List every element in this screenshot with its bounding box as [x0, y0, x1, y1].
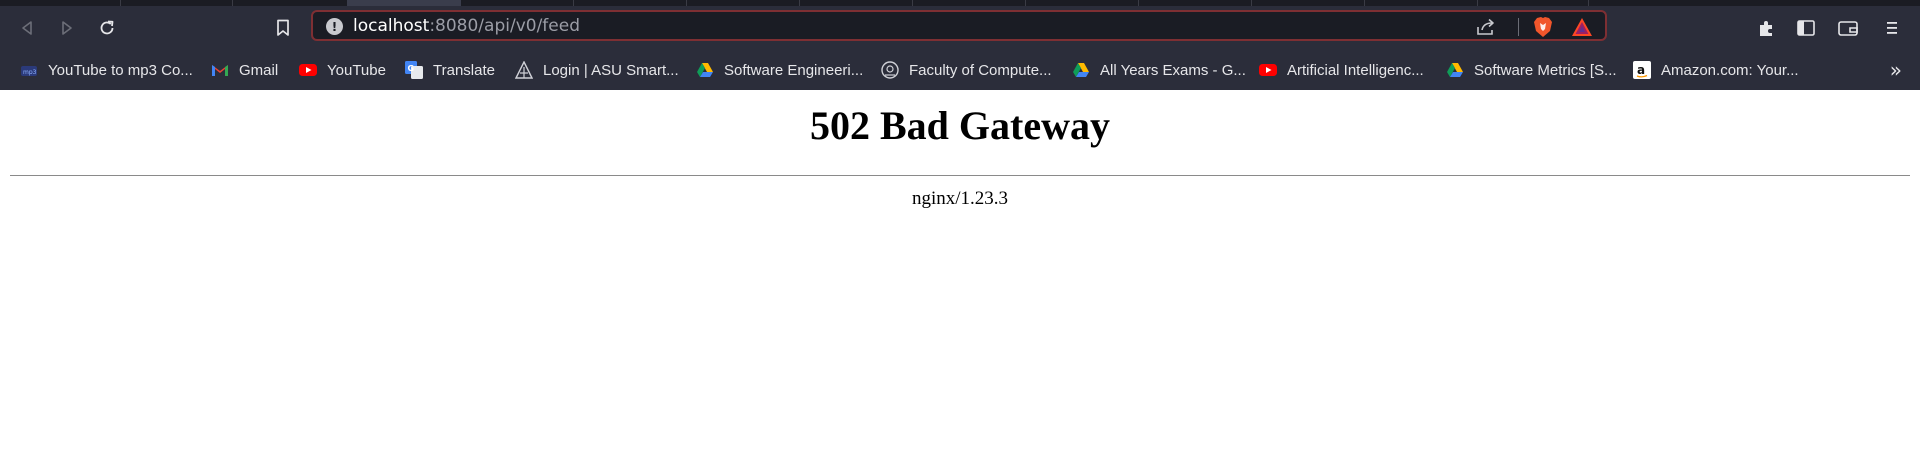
- bookmark-label: YouTube to mp3 Co...: [48, 61, 193, 79]
- back-icon: [22, 21, 32, 35]
- bookmark-item[interactable]: G Translate: [405, 59, 495, 81]
- translate-icon: G: [405, 61, 423, 79]
- bookmark-label: Faculty of Compute...: [909, 61, 1052, 79]
- drive-icon: [1447, 63, 1463, 77]
- server-signature: nginx/1.23.3: [911, 188, 1009, 209]
- address-bar[interactable]: ! localhost:8080/api/v0/feed: [311, 10, 1607, 41]
- bookmark-label: Login | ASU Smart...: [543, 61, 679, 79]
- svg-text:a: a: [1637, 63, 1645, 77]
- bookmark-item[interactable]: Faculty of Compute...: [881, 59, 1052, 81]
- urlbar-separator: [1518, 18, 1519, 36]
- bookmark-item[interactable]: Software Engineeri...: [696, 59, 863, 81]
- bookmark-icon: [277, 19, 289, 36]
- wallet-icon: [1838, 21, 1858, 36]
- reload-button[interactable]: [93, 14, 121, 42]
- bookmarks-overflow-button[interactable]: »: [1890, 58, 1902, 82]
- bookmark-label: Translate: [433, 61, 495, 79]
- extensions-button[interactable]: [1752, 14, 1780, 42]
- gmail-icon: [212, 65, 228, 76]
- bookmark-item[interactable]: Artificial Intelligenc...: [1259, 59, 1424, 81]
- amazon-icon: a: [1633, 61, 1651, 79]
- sidebar-icon: [1797, 20, 1815, 36]
- url-path: :8080/api/v0/feed: [429, 16, 580, 36]
- youtube-icon: [299, 64, 317, 76]
- bookmark-button[interactable]: [269, 14, 297, 42]
- extensions-icon: [1760, 21, 1772, 36]
- bookmark-label: Gmail: [239, 61, 279, 79]
- bookmark-item[interactable]: YouTube: [299, 59, 386, 81]
- bookmarks-bar: mp3 YouTube to mp3 Co... Gmail YouTube G…: [0, 49, 1920, 90]
- forward-button[interactable]: [53, 14, 81, 42]
- bookmark-item[interactable]: All Years Exams - G...: [1072, 59, 1246, 81]
- drive-icon: [1073, 63, 1089, 77]
- site-info-icon[interactable]: !: [326, 18, 343, 35]
- bookmark-label: Software Metrics [S...: [1474, 61, 1617, 79]
- error-title: 502 Bad Gateway: [810, 103, 1110, 148]
- url-text[interactable]: localhost:8080/api/v0/feed: [353, 17, 580, 36]
- bookmark-item[interactable]: mp3 YouTube to mp3 Co...: [20, 59, 193, 81]
- bookmark-label: Software Engineeri...: [724, 61, 864, 79]
- bookmark-label: All Years Exams - G...: [1100, 61, 1246, 79]
- brave-rewards-icon[interactable]: [1571, 16, 1593, 38]
- bookmark-label: Amazon.com: Your...: [1661, 61, 1799, 79]
- browser-toolbar: ! localhost:8080/api/v0/feed: [0, 6, 1920, 49]
- reload-icon: [100, 20, 114, 35]
- ytmp3-icon: mp3: [21, 66, 37, 76]
- youtube-icon: [1259, 64, 1277, 76]
- wallet-button[interactable]: [1834, 14, 1862, 42]
- drive-icon: [697, 63, 713, 77]
- svg-text:G: G: [408, 64, 415, 73]
- back-button[interactable]: [13, 14, 41, 42]
- bookmark-item[interactable]: a Amazon.com: Your...: [1633, 59, 1799, 81]
- share-icon[interactable]: [1475, 17, 1497, 37]
- menu-button[interactable]: [1878, 14, 1906, 42]
- menu-icon: [1887, 22, 1897, 34]
- bookmark-item[interactable]: Gmail: [211, 59, 278, 81]
- bookmark-item[interactable]: Login | ASU Smart...: [515, 59, 679, 81]
- svg-text:mp3: mp3: [23, 69, 37, 76]
- asu-icon: [515, 61, 533, 79]
- brave-shields-icon[interactable]: [1533, 16, 1553, 38]
- divider: [10, 175, 1910, 176]
- url-host: localhost: [353, 16, 430, 36]
- forward-icon: [62, 21, 72, 35]
- bookmark-item[interactable]: Software Metrics [S...: [1446, 59, 1617, 81]
- bookmark-label: Artificial Intelligenc...: [1287, 61, 1424, 79]
- faculty-icon: [881, 61, 899, 79]
- page-content: 502 Bad Gateway nginx/1.23.3: [0, 90, 1920, 474]
- bookmark-label: YouTube: [327, 61, 386, 79]
- sidebar-button[interactable]: [1792, 14, 1820, 42]
